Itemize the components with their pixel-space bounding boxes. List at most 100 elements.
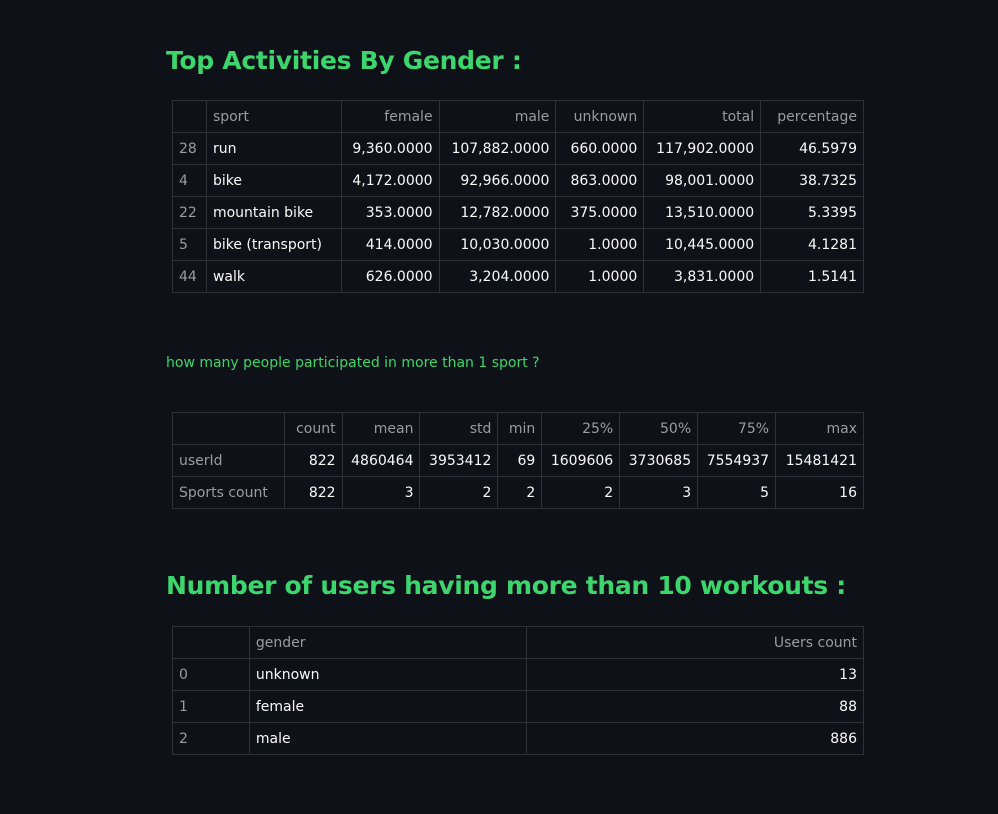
table-row: 1 female 88 <box>172 690 864 723</box>
cell-female: 4,172.0000 <box>340 164 440 197</box>
row-index: 28 <box>172 132 207 165</box>
column-header-percentage[interactable]: percentage <box>760 100 864 133</box>
cell-male: 12,782.0000 <box>438 196 557 229</box>
top-activities-table: sport female male unknown total percenta… <box>172 100 864 293</box>
cell-std: 3953412 <box>419 444 499 477</box>
cell-unknown: 1.0000 <box>555 228 645 261</box>
cell-percentage: 5.3395 <box>760 196 864 229</box>
cell-female: 626.0000 <box>340 260 440 293</box>
row-index: 1 <box>172 690 250 723</box>
cell-female: 9,360.0000 <box>340 132 440 165</box>
row-index: Sports count <box>172 476 285 509</box>
column-header-std[interactable]: std <box>419 412 499 445</box>
cell-total: 117,902.0000 <box>643 132 762 165</box>
table-row: 2 male 886 <box>172 722 864 755</box>
cell-unknown: 1.0000 <box>555 260 645 293</box>
table-header-row: gender Users count <box>172 626 864 659</box>
cell-male: 92,966.0000 <box>438 164 557 197</box>
cell-25pct: 2 <box>541 476 621 509</box>
column-header-male[interactable]: male <box>438 100 557 133</box>
sports-participation-question: how many people participated in more tha… <box>166 355 540 371</box>
cell-max: 15481421 <box>775 444 864 477</box>
page: Top Activities By Gender : sport female … <box>0 0 998 814</box>
table-row: 44 walk 626.0000 3,204.0000 1.0000 3,831… <box>172 260 864 293</box>
row-index: userId <box>172 444 285 477</box>
cell-gender: female <box>248 690 528 723</box>
column-header-total[interactable]: total <box>643 100 762 133</box>
cell-percentage: 4.1281 <box>760 228 864 261</box>
cell-min: 69 <box>497 444 543 477</box>
table-row: userId 822 4860464 3953412 69 1609606 37… <box>172 444 864 477</box>
section-title-users-workouts: Number of users having more than 10 work… <box>166 571 846 600</box>
cell-unknown: 660.0000 <box>555 132 645 165</box>
row-index: 22 <box>172 196 207 229</box>
cell-female: 414.0000 <box>340 228 440 261</box>
cell-max: 16 <box>775 476 864 509</box>
row-index: 4 <box>172 164 207 197</box>
cell-male: 3,204.0000 <box>438 260 557 293</box>
cell-count: 822 <box>283 476 343 509</box>
row-index: 44 <box>172 260 207 293</box>
cell-mean: 3 <box>341 476 421 509</box>
column-header-index[interactable] <box>172 412 285 445</box>
cell-50pct: 3 <box>619 476 699 509</box>
table-header-row: sport female male unknown total percenta… <box>172 100 864 133</box>
cell-percentage: 46.5979 <box>760 132 864 165</box>
sports-stats-table: count mean std min 25% 50% 75% max userI… <box>172 412 864 509</box>
cell-unknown: 863.0000 <box>555 164 645 197</box>
column-header-index[interactable] <box>172 100 207 133</box>
column-header-unknown[interactable]: unknown <box>555 100 645 133</box>
cell-male: 10,030.0000 <box>438 228 557 261</box>
table-row: Sports count 822 3 2 2 2 3 5 16 <box>172 476 864 509</box>
cell-sport: walk <box>205 260 342 293</box>
table-header-row: count mean std min 25% 50% 75% max <box>172 412 864 445</box>
cell-users-count: 886 <box>526 722 864 755</box>
cell-count: 822 <box>283 444 343 477</box>
column-header-gender[interactable]: gender <box>248 626 528 659</box>
cell-sport: run <box>205 132 342 165</box>
section-title-top-activities: Top Activities By Gender : <box>166 46 522 75</box>
cell-total: 13,510.0000 <box>643 196 762 229</box>
table-row: 22 mountain bike 353.0000 12,782.0000 37… <box>172 196 864 229</box>
cell-total: 98,001.0000 <box>643 164 762 197</box>
column-header-25pct[interactable]: 25% <box>541 412 621 445</box>
column-header-female[interactable]: female <box>340 100 440 133</box>
cell-percentage: 38.7325 <box>760 164 864 197</box>
column-header-count[interactable]: count <box>283 412 343 445</box>
column-header-mean[interactable]: mean <box>341 412 421 445</box>
cell-users-count: 88 <box>526 690 864 723</box>
column-header-75pct[interactable]: 75% <box>697 412 777 445</box>
cell-min: 2 <box>497 476 543 509</box>
cell-mean: 4860464 <box>341 444 421 477</box>
column-header-sport[interactable]: sport <box>205 100 342 133</box>
cell-female: 353.0000 <box>340 196 440 229</box>
cell-total: 3,831.0000 <box>643 260 762 293</box>
cell-25pct: 1609606 <box>541 444 621 477</box>
column-header-50pct[interactable]: 50% <box>619 412 699 445</box>
table-row: 28 run 9,360.0000 107,882.0000 660.0000 … <box>172 132 864 165</box>
column-header-max[interactable]: max <box>775 412 864 445</box>
cell-total: 10,445.0000 <box>643 228 762 261</box>
table-row: 0 unknown 13 <box>172 658 864 691</box>
cell-unknown: 375.0000 <box>555 196 645 229</box>
cell-75pct: 5 <box>697 476 777 509</box>
cell-75pct: 7554937 <box>697 444 777 477</box>
column-header-users-count[interactable]: Users count <box>526 626 864 659</box>
cell-sport: bike (transport) <box>205 228 342 261</box>
cell-gender: male <box>248 722 528 755</box>
cell-50pct: 3730685 <box>619 444 699 477</box>
cell-percentage: 1.5141 <box>760 260 864 293</box>
users-workouts-table: gender Users count 0 unknown 13 1 female… <box>172 626 864 755</box>
row-index: 5 <box>172 228 207 261</box>
cell-sport: mountain bike <box>205 196 342 229</box>
cell-gender: unknown <box>248 658 528 691</box>
column-header-min[interactable]: min <box>497 412 543 445</box>
cell-std: 2 <box>419 476 499 509</box>
cell-users-count: 13 <box>526 658 864 691</box>
cell-male: 107,882.0000 <box>438 132 557 165</box>
table-row: 5 bike (transport) 414.0000 10,030.0000 … <box>172 228 864 261</box>
row-index: 0 <box>172 658 250 691</box>
cell-sport: bike <box>205 164 342 197</box>
row-index: 2 <box>172 722 250 755</box>
column-header-index[interactable] <box>172 626 250 659</box>
